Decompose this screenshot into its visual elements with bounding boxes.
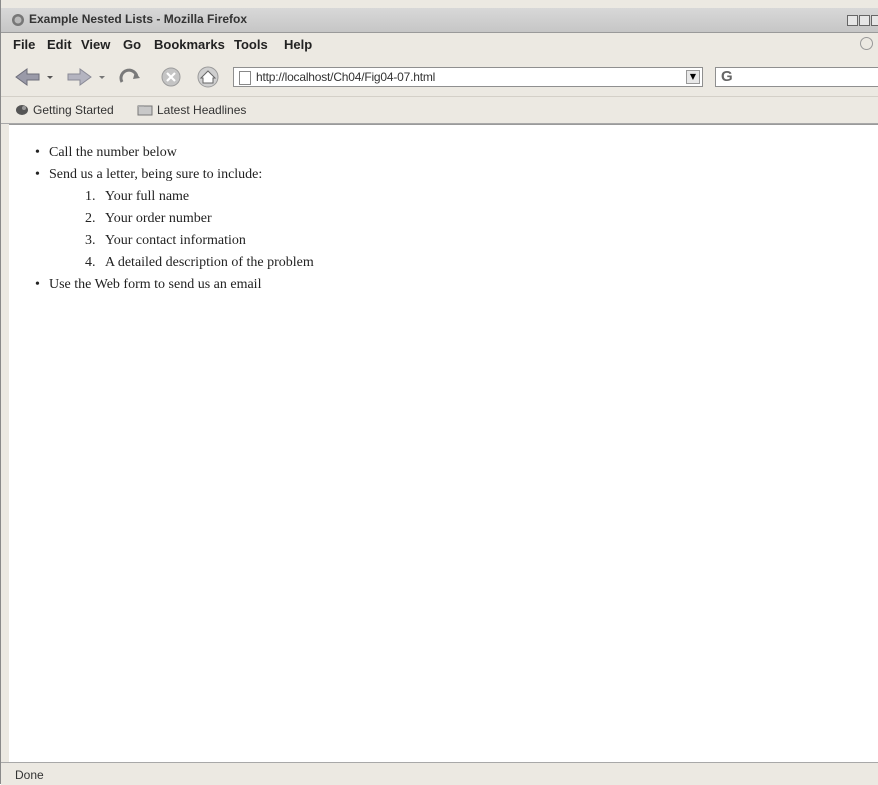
window-title: Example Nested Lists - Mozilla Firefox (29, 12, 248, 26)
search-box[interactable]: G (715, 67, 878, 87)
navigation-toolbar: http://localhost/Ch04/Fig04-07.html ▼ G (1, 58, 878, 97)
menu-bookmarks[interactable]: Bookmarks (154, 37, 225, 52)
bookmarks-toolbar: Getting Started Latest Headlines (1, 97, 878, 124)
menu-view[interactable]: View (81, 37, 110, 52)
menu-file[interactable]: File (13, 37, 35, 52)
list-item-text: Send us a letter, being sure to include: (49, 167, 263, 182)
list-number: 2. (85, 211, 96, 226)
menu-tools[interactable]: Tools (234, 37, 268, 52)
ordered-list-item: 3. Your contact information (85, 233, 246, 249)
status-bar: Done (1, 762, 878, 785)
url-dropdown-button[interactable]: ▼ (686, 70, 700, 84)
forward-icon[interactable] (65, 66, 109, 88)
page-icon (239, 71, 251, 85)
bookmark-latest-headlines[interactable]: Latest Headlines (137, 103, 246, 117)
title-bar: Example Nested Lists - Mozilla Firefox (1, 8, 878, 33)
list-number: 3. (85, 233, 96, 248)
search-engine-icon[interactable]: G (721, 68, 733, 85)
menu-help[interactable]: Help (284, 37, 312, 52)
list-item: Call the number below (35, 145, 177, 161)
list-item-text: Your order number (105, 211, 212, 226)
back-icon[interactable] (13, 66, 57, 88)
list-item: Use the Web form to send us an email (35, 277, 261, 293)
close-button[interactable] (871, 15, 878, 26)
minimize-button[interactable] (847, 15, 858, 26)
rss-folder-icon (137, 105, 153, 116)
ordered-list-item: 2. Your order number (85, 211, 212, 227)
reload-icon[interactable] (117, 66, 143, 88)
list-number: 4. (85, 255, 96, 270)
url-text[interactable]: http://localhost/Ch04/Fig04-07.html (256, 70, 435, 84)
status-text: Done (15, 768, 44, 782)
list-number: 1. (85, 189, 96, 204)
menu-bar: File Edit View Go Bookmarks Tools Help (1, 33, 878, 57)
list-item: Send us a letter, being sure to include: (35, 167, 263, 183)
firefox-icon (12, 14, 24, 26)
menu-go[interactable]: Go (123, 37, 141, 52)
throbber-icon (860, 37, 873, 50)
menu-edit[interactable]: Edit (47, 37, 72, 52)
bookmark-getting-started[interactable]: Getting Started (15, 103, 114, 117)
list-item-text: A detailed description of the problem (105, 255, 314, 270)
page-content: Call the number below Send us a letter, … (9, 124, 878, 763)
getting-started-icon (16, 105, 28, 115)
ordered-list-item: 1. Your full name (85, 189, 189, 205)
browser-window: Example Nested Lists - Mozilla Firefox F… (0, 0, 878, 785)
stop-icon[interactable] (159, 66, 183, 88)
list-item-text: Your contact information (105, 233, 246, 248)
ordered-list-item: 4. A detailed description of the problem (85, 255, 314, 271)
address-bar[interactable]: http://localhost/Ch04/Fig04-07.html ▼ (233, 67, 703, 87)
home-icon[interactable] (195, 66, 221, 88)
bookmark-label: Getting Started (33, 103, 114, 117)
maximize-button[interactable] (859, 15, 870, 26)
list-item-text: Your full name (105, 189, 190, 204)
bookmark-label: Latest Headlines (157, 103, 247, 117)
